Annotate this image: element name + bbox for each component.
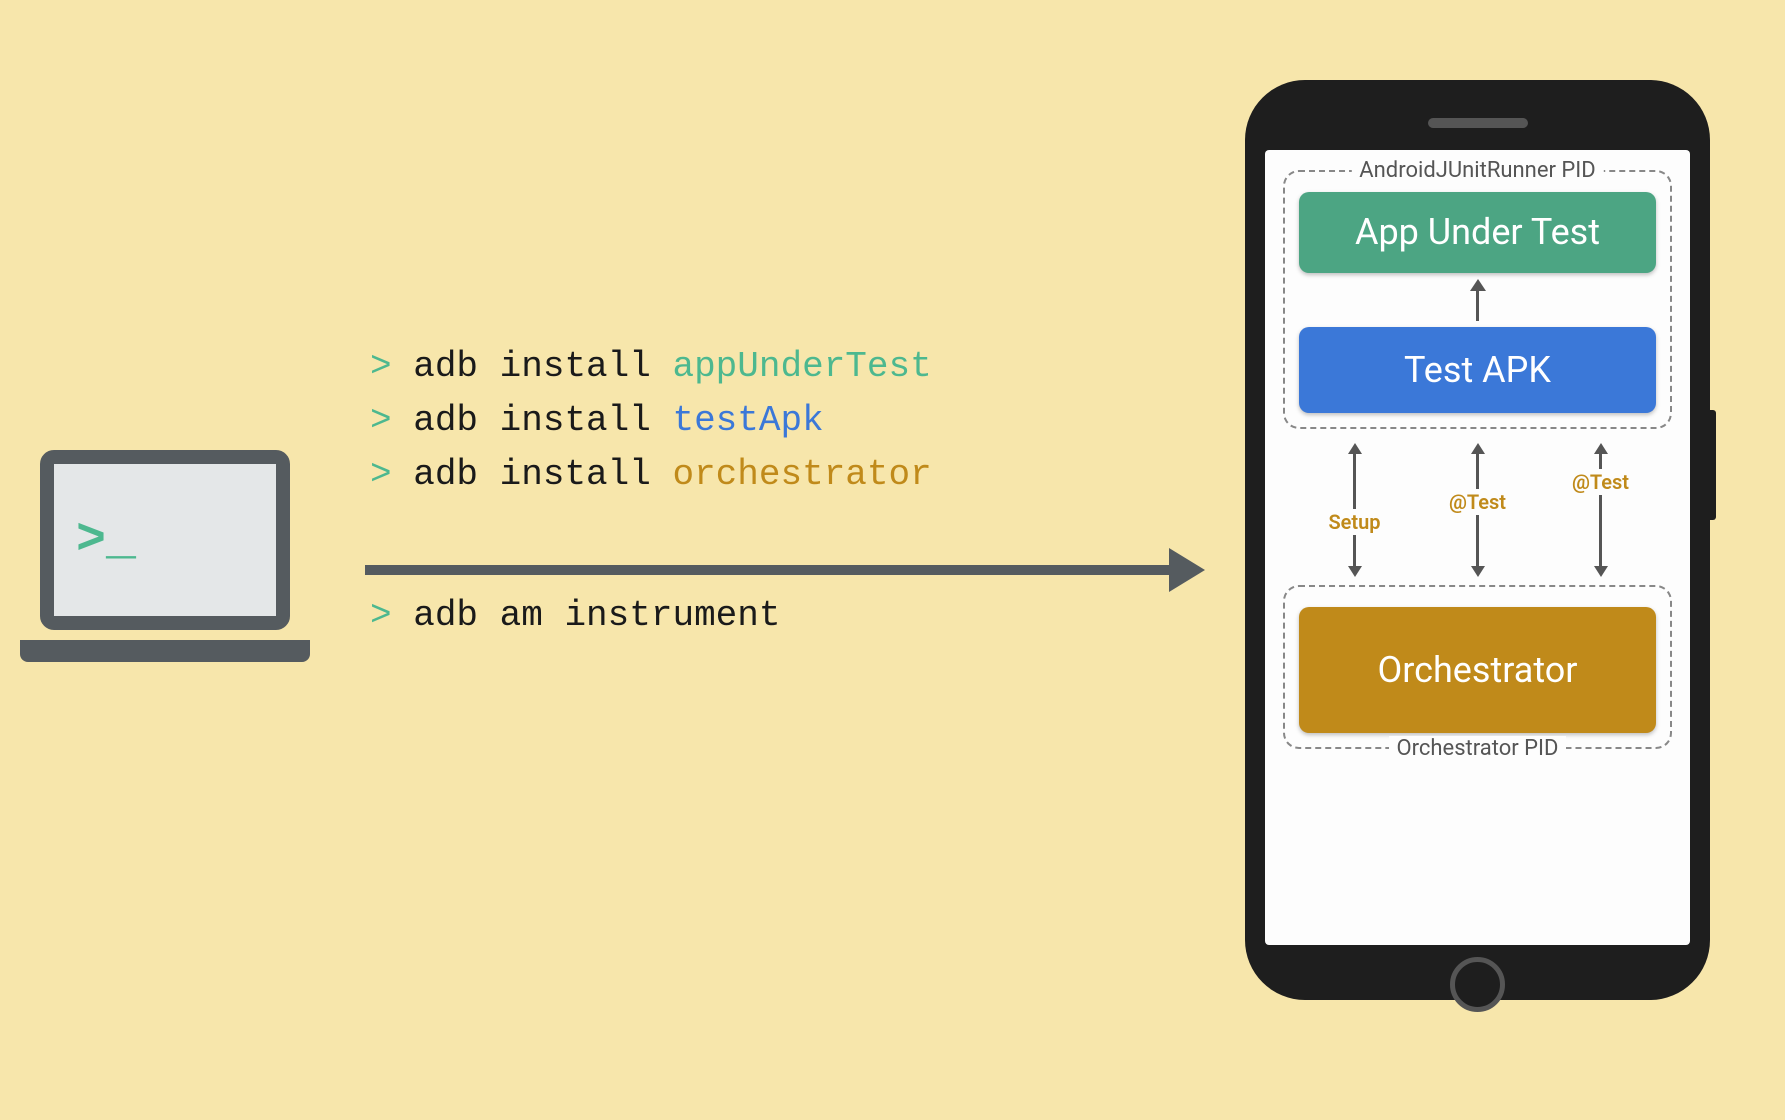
adb-commands-block: > adb install appUnderTest > adb install… xyxy=(370,340,932,502)
orchestrator-connections: Setup @Test @Test xyxy=(1283,433,1672,581)
label-test1: @Test xyxy=(1447,489,1508,515)
junit-pid-label: AndroidJUnitRunner PID xyxy=(1351,158,1603,183)
phone-home-button xyxy=(1450,957,1505,1012)
cmd-install-testapk: > adb install testApk xyxy=(370,394,932,448)
label-test2: @Test xyxy=(1570,469,1631,495)
phone-device: AndroidJUnitRunner PID App Under Test Te… xyxy=(1245,80,1710,1000)
cmd-instrument: > adb am instrument xyxy=(370,595,780,636)
orchestrator-pid-label: Orchestrator PID xyxy=(1389,736,1567,761)
conn-setup: Setup xyxy=(1310,443,1400,577)
conn-test2: @Test xyxy=(1556,443,1646,577)
label-setup: Setup xyxy=(1326,509,1382,535)
adb-instrument-command: > adb am instrument xyxy=(370,595,780,636)
arrow-test-to-app xyxy=(1299,279,1656,321)
orchestrator-pid-box: Orchestrator Orchestrator PID xyxy=(1283,585,1672,749)
orchestrator-box: Orchestrator xyxy=(1299,607,1656,733)
phone-screen: AndroidJUnitRunner PID App Under Test Te… xyxy=(1265,150,1690,945)
cmd-install-app: > adb install appUnderTest xyxy=(370,340,932,394)
flow-arrow xyxy=(365,550,1205,590)
test-apk-box: Test APK xyxy=(1299,327,1656,413)
laptop-screen: >_ xyxy=(40,450,290,630)
laptop-base xyxy=(20,640,310,662)
cmd-install-orchestrator: > adb install orchestrator xyxy=(370,448,932,502)
phone-side-button xyxy=(1710,410,1716,520)
arrow-head-icon xyxy=(1169,548,1205,592)
app-under-test-box: App Under Test xyxy=(1299,192,1656,273)
conn-test1: @Test xyxy=(1433,443,1523,577)
phone-speaker xyxy=(1428,118,1528,128)
junit-runner-pid-box: AndroidJUnitRunner PID App Under Test Te… xyxy=(1283,170,1672,429)
laptop-icon: >_ xyxy=(40,450,310,662)
laptop-prompt: >_ xyxy=(76,512,136,569)
